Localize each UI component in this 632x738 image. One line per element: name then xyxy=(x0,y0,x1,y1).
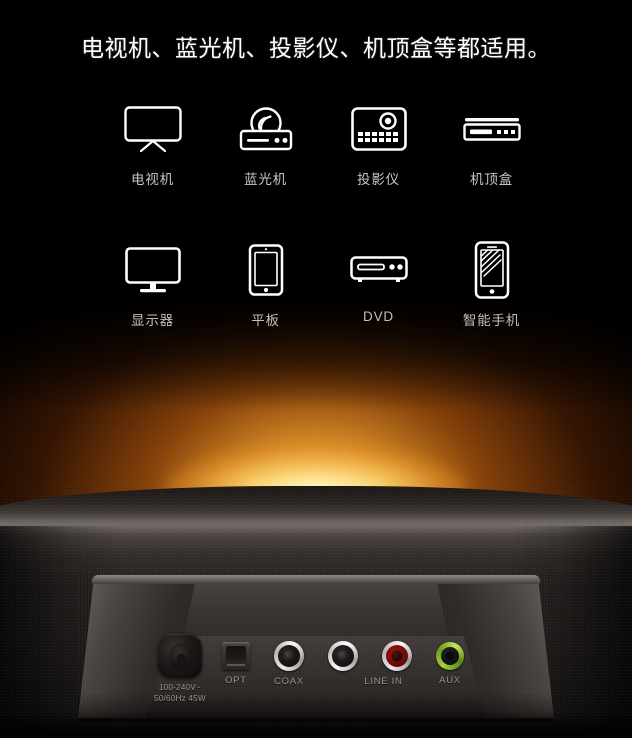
device-row-2: 显示器 平板 DVD 智能手机 xyxy=(96,239,548,329)
device-item-monitor[interactable]: 显示器 xyxy=(96,239,209,329)
device-label: 显示器 xyxy=(131,313,174,328)
device-item-dvd[interactable]: DVD xyxy=(322,239,435,329)
device-label: DVD xyxy=(363,309,394,324)
device-row-1: 电视机 蓝光机 投影仪 机顶盒 xyxy=(96,98,548,188)
coax-port[interactable]: COAX xyxy=(274,641,304,687)
optical-port-icon xyxy=(222,642,250,670)
projector-icon xyxy=(350,98,408,160)
ambient-glow xyxy=(0,300,632,515)
bottom-vignette xyxy=(0,712,632,738)
coax-port-label: COAX xyxy=(274,676,304,687)
device-item-settopbox[interactable]: 机顶盒 xyxy=(435,98,548,188)
device-label: 智能手机 xyxy=(462,313,521,328)
monitor-icon xyxy=(123,239,183,301)
set-top-box-icon xyxy=(461,98,523,160)
tablet-icon xyxy=(246,239,286,301)
device-label: 投影仪 xyxy=(357,172,400,187)
aux-jack-icon xyxy=(436,642,464,670)
device-item-smartphone[interactable]: 智能手机 xyxy=(435,239,548,329)
device-item-bluray[interactable]: 蓝光机 xyxy=(209,98,322,188)
device-label: 机顶盒 xyxy=(470,172,513,187)
rca-red-jack-icon xyxy=(382,641,412,671)
smartphone-icon xyxy=(472,239,512,301)
power-rating-label: 100-240V~ 50/60Hz 45W xyxy=(154,683,206,703)
optical-port[interactable]: OPT xyxy=(222,642,250,686)
compatible-devices-grid: 电视机 蓝光机 投影仪 机顶盒 显示器 平板 DVD 智能手机 xyxy=(96,98,548,329)
dvd-player-icon xyxy=(348,239,410,301)
device-item-tv[interactable]: 电视机 xyxy=(96,98,209,188)
device-item-projector[interactable]: 投影仪 xyxy=(322,98,435,188)
aux-port-label: AUX xyxy=(439,675,461,686)
power-socket-icon xyxy=(157,634,202,678)
product-feature-panel: 电视机、蓝光机、投影仪、机顶盒等都适用。 电视机 蓝光机 投影仪 机顶盒 显示器… xyxy=(0,0,632,738)
coax-jack-icon xyxy=(274,641,304,671)
tv-icon xyxy=(122,98,184,160)
line-in-white-port[interactable] xyxy=(328,641,358,676)
page-title: 电视机、蓝光机、投影仪、机顶盒等都适用。 xyxy=(81,35,551,61)
device-label: 电视机 xyxy=(131,172,174,187)
device-item-tablet[interactable]: 平板 xyxy=(209,239,322,329)
device-label: 平板 xyxy=(251,313,280,328)
bluray-player-icon xyxy=(235,98,297,160)
power-socket[interactable]: 100-240V~ 50/60Hz 45W xyxy=(154,634,206,704)
rca-white-jack-icon xyxy=(328,641,358,671)
line-in-label: LINE IN xyxy=(364,676,403,687)
line-in-red-port[interactable]: LINE IN xyxy=(364,641,412,687)
optical-port-label: OPT xyxy=(225,675,247,686)
port-row: 100-240V~ 50/60Hz 45W OPT COAX LINE IN A… xyxy=(78,572,554,718)
device-label: 蓝光机 xyxy=(244,172,287,187)
aux-port[interactable]: AUX xyxy=(436,642,464,686)
